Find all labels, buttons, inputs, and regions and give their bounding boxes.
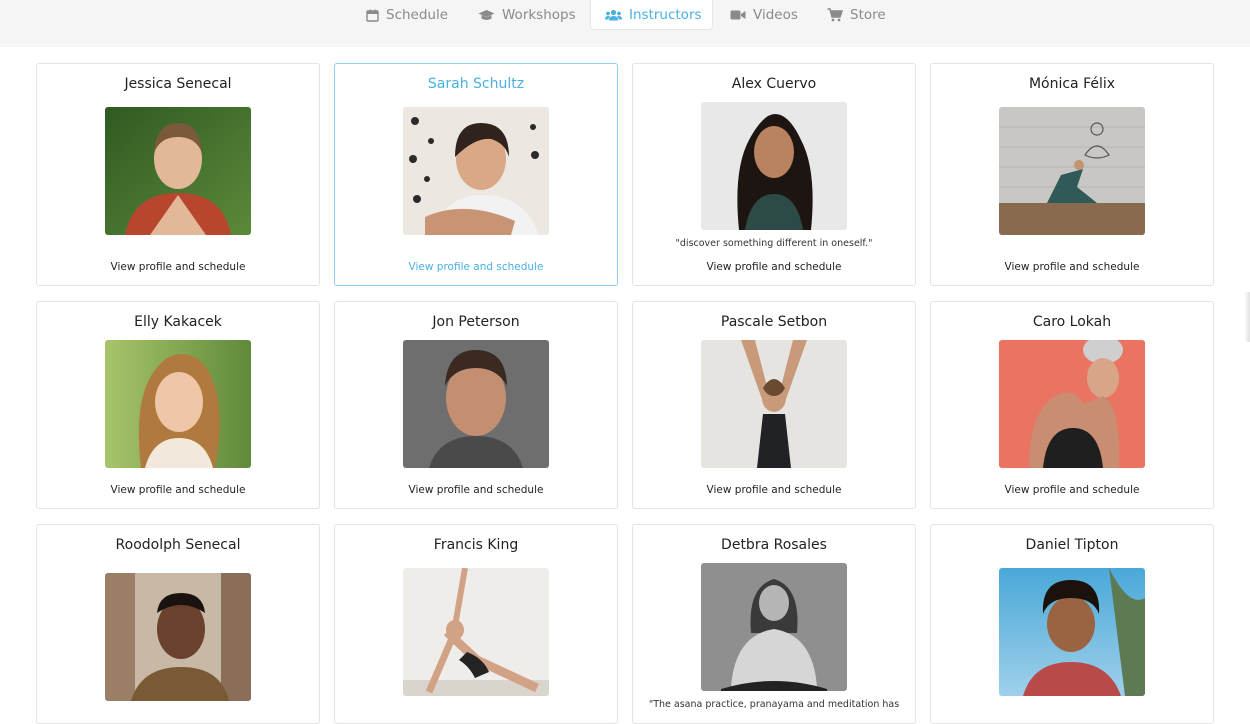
instructor-name: Caro Lokah bbox=[1032, 314, 1112, 330]
view-profile-link[interactable]: View profile and schedule bbox=[931, 484, 1213, 496]
scroll-edge-shadow bbox=[1244, 292, 1250, 342]
video-camera-icon bbox=[730, 9, 746, 21]
instructor-card[interactable]: Alex Cuervo "discover something differen… bbox=[632, 63, 916, 286]
instructor-card[interactable]: Elly Kakacek View profile and schedule bbox=[36, 301, 320, 509]
instructor-name: Detbra Rosales bbox=[721, 537, 827, 553]
top-navigation: Schedule Workshops Instructors Videos St… bbox=[0, 0, 1250, 47]
calendar-icon bbox=[366, 9, 379, 22]
instructor-photo bbox=[999, 107, 1145, 235]
tab-store-label: Store bbox=[850, 7, 886, 23]
instructor-name: Alex Cuervo bbox=[731, 76, 817, 92]
graduation-cap-icon bbox=[478, 9, 495, 22]
instructor-photo bbox=[999, 340, 1145, 468]
instructor-card[interactable]: Roodolph Senecal bbox=[36, 524, 320, 724]
instructor-card[interactable]: Mónica Félix View profile and schedule bbox=[930, 63, 1214, 286]
tab-workshops[interactable]: Workshops bbox=[464, 0, 590, 30]
instructor-photo bbox=[403, 107, 549, 235]
view-profile-link[interactable]: View profile and schedule bbox=[633, 484, 915, 496]
tab-store[interactable]: Store bbox=[813, 0, 900, 30]
instructor-name: Sarah Schultz bbox=[427, 76, 525, 92]
view-profile-link[interactable]: View profile and schedule bbox=[335, 484, 617, 496]
tab-videos-label: Videos bbox=[753, 7, 798, 23]
instructor-name: Elly Kakacek bbox=[134, 314, 222, 330]
view-profile-link[interactable]: View profile and schedule bbox=[37, 261, 319, 273]
instructor-quote: "discover something different in oneself… bbox=[675, 238, 873, 249]
users-icon bbox=[605, 9, 622, 21]
instructor-name: Daniel Tipton bbox=[1025, 537, 1119, 553]
instructor-name: Roodolph Senecal bbox=[115, 537, 241, 553]
instructor-photo bbox=[105, 573, 251, 701]
view-profile-link[interactable]: View profile and schedule bbox=[633, 261, 915, 273]
instructor-card[interactable]: Pascale Setbon View profile and schedule bbox=[632, 301, 916, 509]
instructor-quote: "The asana practice, pranayama and medit… bbox=[648, 699, 900, 710]
tab-instructors[interactable]: Instructors bbox=[590, 0, 713, 30]
view-profile-link[interactable]: View profile and schedule bbox=[335, 261, 617, 273]
instructor-name: Jon Peterson bbox=[432, 314, 520, 330]
instructor-name: Pascale Setbon bbox=[720, 314, 828, 330]
instructor-photo bbox=[105, 340, 251, 468]
instructor-name: Francis King bbox=[433, 537, 519, 553]
instructor-card[interactable]: Sarah Schultz View profile and schedule bbox=[334, 63, 618, 286]
instructor-photo bbox=[701, 340, 847, 468]
tab-videos[interactable]: Videos bbox=[716, 0, 812, 30]
instructor-photo bbox=[105, 107, 251, 235]
instructor-name: Jessica Senecal bbox=[124, 76, 232, 92]
shopping-cart-icon bbox=[827, 8, 843, 22]
instructor-photo bbox=[403, 340, 549, 468]
tab-workshops-label: Workshops bbox=[502, 7, 576, 23]
view-profile-link[interactable]: View profile and schedule bbox=[37, 484, 319, 496]
instructor-card[interactable]: Francis King bbox=[334, 524, 618, 724]
instructor-card[interactable]: Jon Peterson View profile and schedule bbox=[334, 301, 618, 509]
instructor-card[interactable]: Daniel Tipton bbox=[930, 524, 1214, 724]
instructor-card[interactable]: Detbra Rosales "The asana practice, pran… bbox=[632, 524, 916, 724]
instructor-card[interactable]: Caro Lokah View profile and schedule bbox=[930, 301, 1214, 509]
tab-schedule-label: Schedule bbox=[386, 7, 449, 23]
tab-schedule[interactable]: Schedule bbox=[352, 0, 462, 30]
view-profile-link[interactable]: View profile and schedule bbox=[931, 261, 1213, 273]
instructor-card[interactable]: Jessica Senecal View profile and schedul… bbox=[36, 63, 320, 286]
instructor-name: Mónica Félix bbox=[1028, 76, 1116, 92]
tab-instructors-label: Instructors bbox=[629, 6, 702, 23]
instructor-photo bbox=[999, 568, 1145, 696]
instructor-photo bbox=[403, 568, 549, 696]
instructor-photo bbox=[701, 102, 847, 230]
instructor-photo bbox=[701, 563, 847, 691]
